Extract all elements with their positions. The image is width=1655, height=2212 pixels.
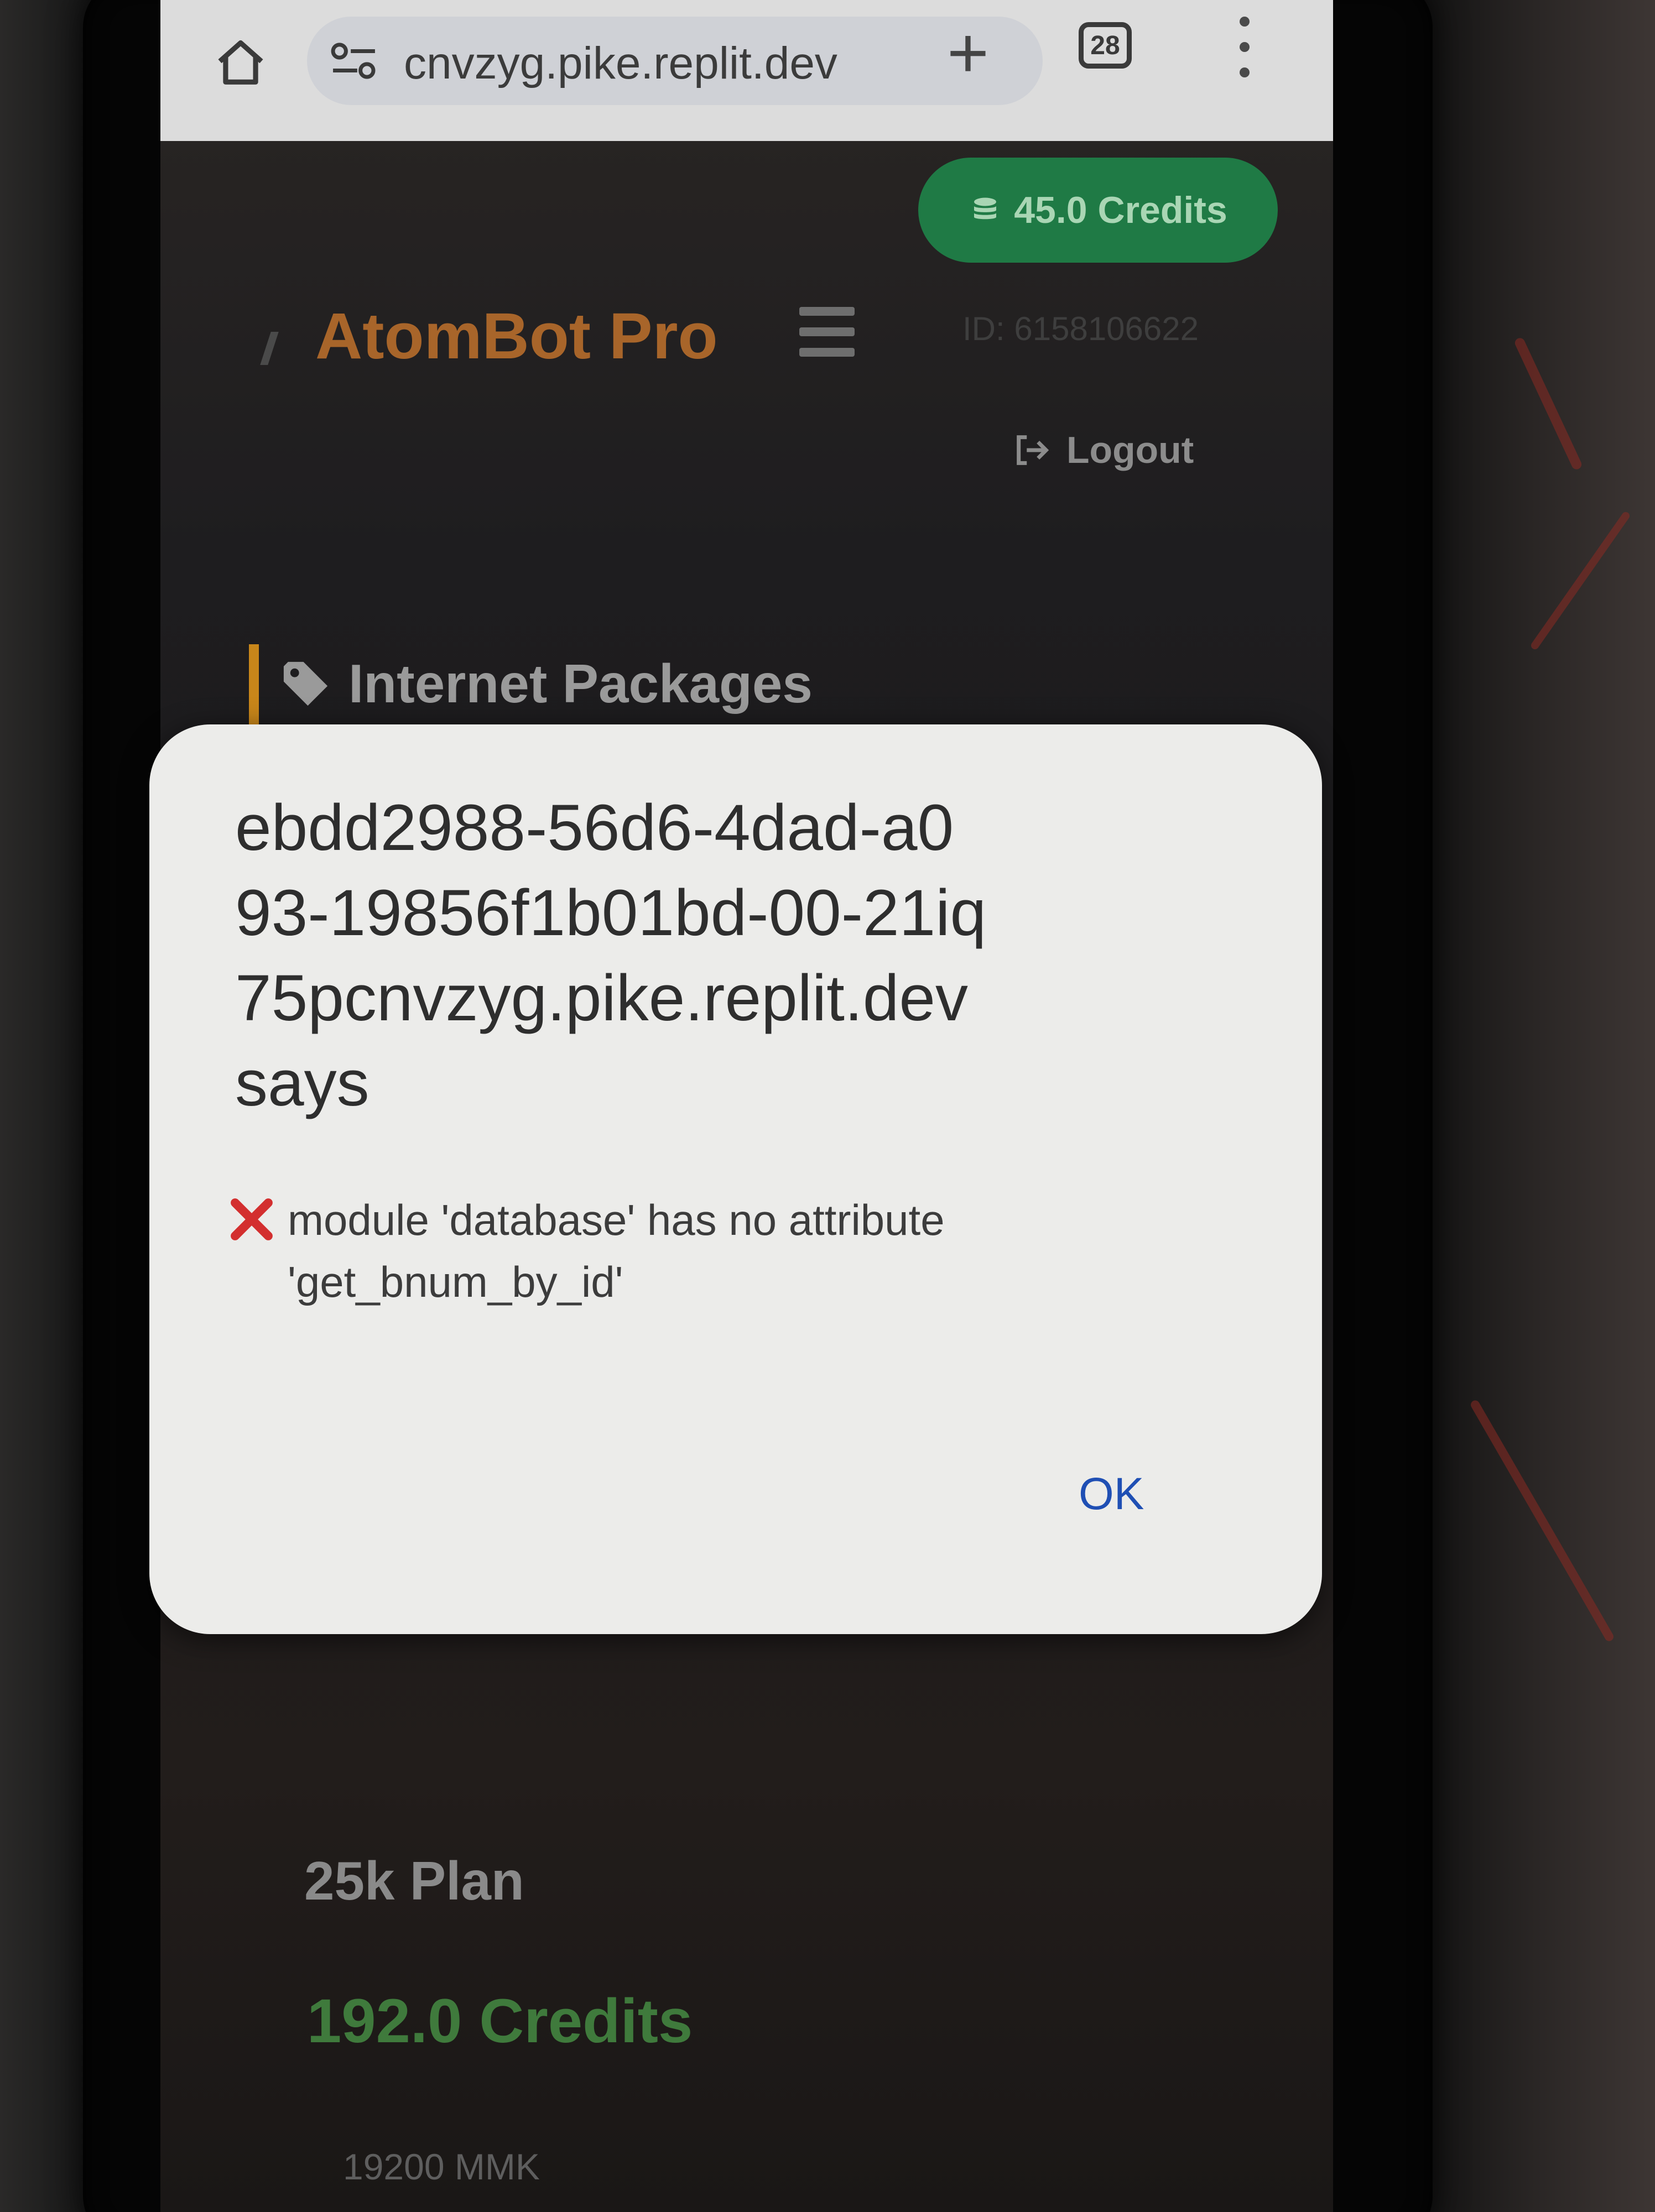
menu-bar xyxy=(799,327,855,336)
more-vert-icon[interactable] xyxy=(1228,17,1261,77)
plan-price: 19200 MMK xyxy=(343,2146,540,2187)
photo-scene: cnvzyg.pike.replit.dev + 28 45.0 Credits… xyxy=(0,0,1655,2212)
section-accent-bar xyxy=(249,644,259,727)
section-heading-text: Internet Packages xyxy=(348,653,813,714)
site-settings-icon[interactable] xyxy=(329,41,379,80)
menu-bar xyxy=(799,348,855,357)
menu-dot xyxy=(1240,42,1250,52)
dialog-title: ebdd2988-56d6-4dad-a0 93-19856f1b01bd-00… xyxy=(235,791,987,1120)
menu-bar xyxy=(799,307,855,316)
logout-label: Logout xyxy=(1066,429,1194,471)
new-tab-button[interactable]: + xyxy=(929,14,1007,91)
home-icon xyxy=(218,40,263,85)
brand-mark xyxy=(260,332,279,365)
brand-title[interactable]: AtomBot Pro xyxy=(315,299,718,374)
coins-icon xyxy=(974,197,997,220)
desk-surface-right xyxy=(1417,0,1655,2212)
user-id-label: ID: 6158106622 xyxy=(962,310,1199,347)
logout-icon xyxy=(1017,435,1049,465)
menu-dot xyxy=(1240,17,1250,27)
menu-icon[interactable] xyxy=(799,307,855,357)
logout-button[interactable]: Logout xyxy=(1012,429,1194,472)
plan-title: 25k Plan xyxy=(304,1850,524,1911)
ok-button[interactable]: OK xyxy=(1079,1468,1144,1520)
credits-balance-badge[interactable]: 45.0 Credits xyxy=(918,158,1278,263)
menu-dot xyxy=(1240,67,1250,77)
plan-credits: 192.0 Credits xyxy=(307,1986,693,2056)
section-heading: Internet Packages xyxy=(279,653,813,715)
tab-switcher-icon[interactable]: 28 xyxy=(1079,22,1132,69)
dialog-message-text: module 'database' has no attribute 'get_… xyxy=(288,1196,945,1306)
tag-icon xyxy=(283,661,328,706)
credits-balance-text: 45.0 Credits xyxy=(1014,189,1227,231)
browser-toolbar: cnvzyg.pike.replit.dev + 28 xyxy=(160,0,1333,141)
home-button[interactable] xyxy=(210,33,271,94)
url-text[interactable]: cnvzyg.pike.replit.dev xyxy=(404,38,837,90)
dialog-message: module 'database' has no attribute 'get_… xyxy=(227,1189,1167,1313)
error-x-icon xyxy=(231,1198,273,1240)
alert-dialog: ebdd2988-56d6-4dad-a0 93-19856f1b01bd-00… xyxy=(149,724,1322,1634)
plus-icon: + xyxy=(947,12,989,93)
